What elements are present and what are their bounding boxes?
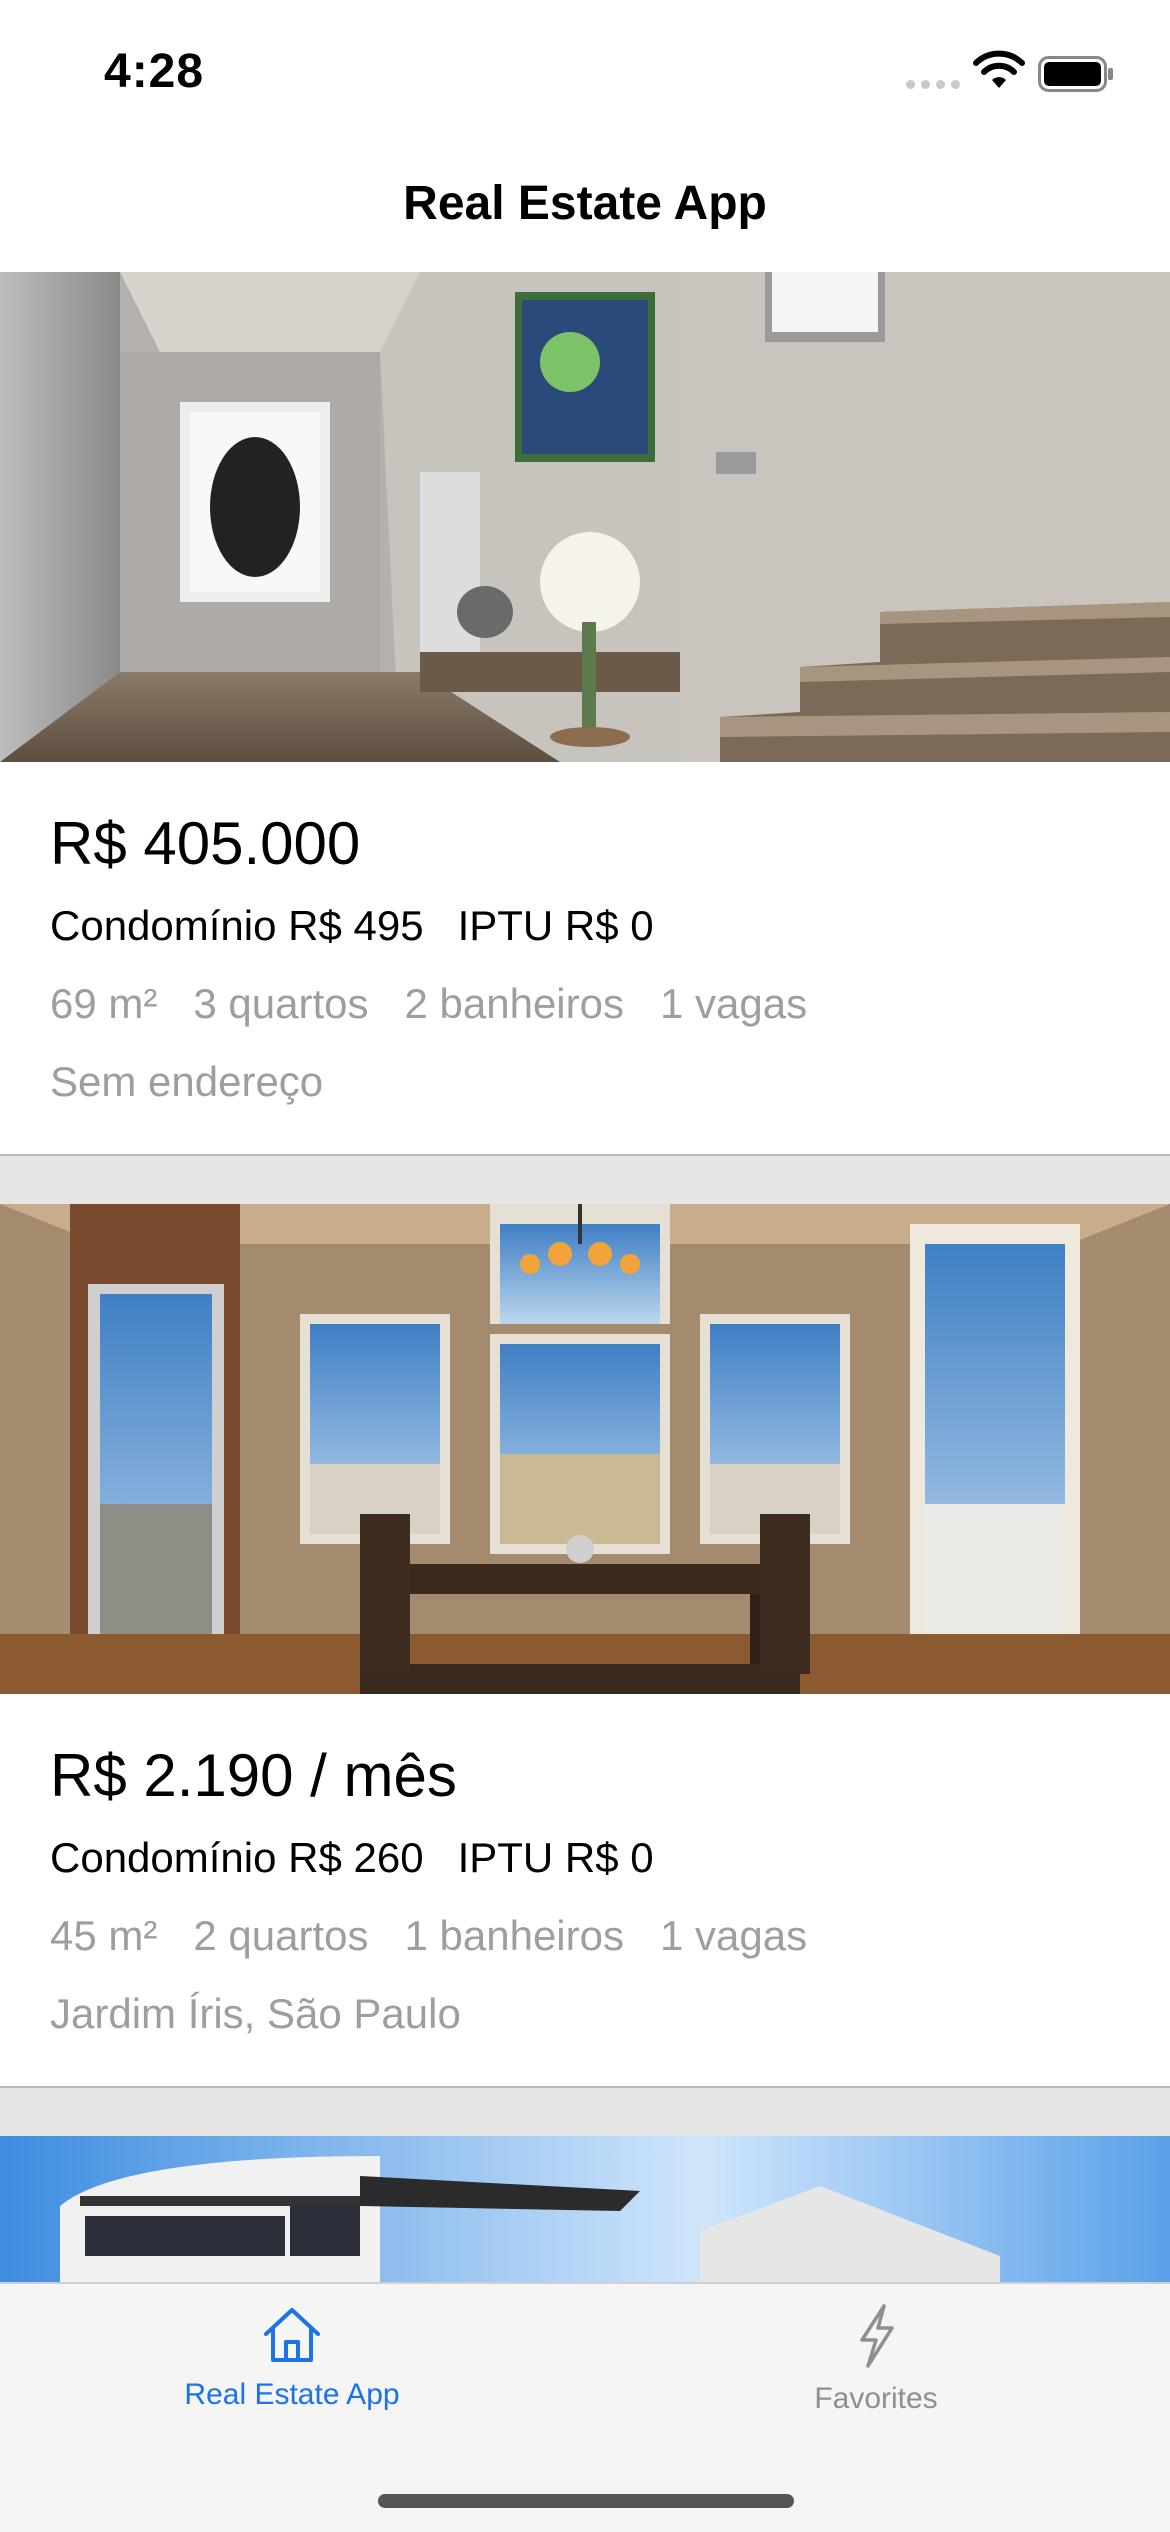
- tab-label: Real Estate App: [184, 2378, 400, 2411]
- dining-room-photo: [0, 1204, 1170, 1694]
- tab-real-estate-app[interactable]: Real Estate App: [92, 2304, 492, 2412]
- listing-fees: Condomínio R$ 495 IPTU R$ 0: [50, 902, 1120, 950]
- hallway-photo: [0, 272, 1170, 762]
- listing-card[interactable]: R$ 2.190 / mês Condomínio R$ 260 IPTU R$…: [0, 1204, 1170, 2088]
- condo-fee: Condomínio R$ 495: [50, 902, 424, 949]
- listing-specs: 45 m² 2 quartos 1 banheiros 1 vagas: [50, 1912, 1120, 1960]
- listing-specs: 69 m² 3 quartos 2 banheiros 1 vagas: [50, 980, 1120, 1028]
- listing-photo[interactable]: [0, 2136, 1170, 2282]
- page-title: Real Estate App: [403, 177, 767, 230]
- listing-address: Jardim Íris, São Paulo: [50, 1990, 461, 2037]
- parking: 1 vagas: [659, 980, 808, 1027]
- lightning-icon: [860, 2304, 894, 2368]
- listing-photo[interactable]: [0, 272, 1170, 762]
- listing-price: R$ 405.000: [50, 810, 361, 877]
- cellular-signal-icon: [906, 80, 960, 89]
- tab-label: Favorites: [814, 2382, 938, 2415]
- app-screen: 4:28 Real Estate App R$ 405.000 Condomín…: [0, 0, 1170, 2532]
- bedrooms: 3 quartos: [193, 980, 369, 1027]
- iptu-fee: IPTU R$ 0: [457, 902, 654, 949]
- listing-card[interactable]: R$ 405.000 Condomínio R$ 495 IPTU R$ 0 6…: [0, 272, 1170, 1156]
- listings-feed[interactable]: R$ 405.000 Condomínio R$ 495 IPTU R$ 0 6…: [0, 272, 1170, 2282]
- bathrooms: 2 banheiros: [404, 980, 624, 1027]
- tab-favorites[interactable]: Favorites: [676, 2304, 1076, 2416]
- status-time: 4:28: [104, 45, 205, 98]
- wifi-icon: [973, 50, 1025, 88]
- listing-price: R$ 2.190 / mês: [50, 1742, 457, 1809]
- condo-fee: Condomínio R$ 260: [50, 1834, 424, 1881]
- area: 69 m²: [50, 980, 158, 1027]
- iptu-fee: IPTU R$ 0: [457, 1834, 654, 1881]
- listing-fees: Condomínio R$ 260 IPTU R$ 0: [50, 1834, 1120, 1882]
- bedrooms: 2 quartos: [193, 1912, 369, 1959]
- bathrooms: 1 banheiros: [404, 1912, 624, 1959]
- listing-card[interactable]: [0, 2136, 1170, 2282]
- listing-address: Sem endereço: [50, 1058, 324, 1105]
- house-exterior-photo: [0, 2136, 1170, 2282]
- listing-photo[interactable]: [0, 1204, 1170, 1694]
- status-bar: 4:28: [0, 0, 1170, 140]
- house-icon: [264, 2308, 320, 2362]
- parking: 1 vagas: [659, 1912, 808, 1959]
- home-indicator[interactable]: [378, 2494, 794, 2508]
- area: 45 m²: [50, 1912, 158, 1959]
- battery-icon: [1038, 56, 1113, 92]
